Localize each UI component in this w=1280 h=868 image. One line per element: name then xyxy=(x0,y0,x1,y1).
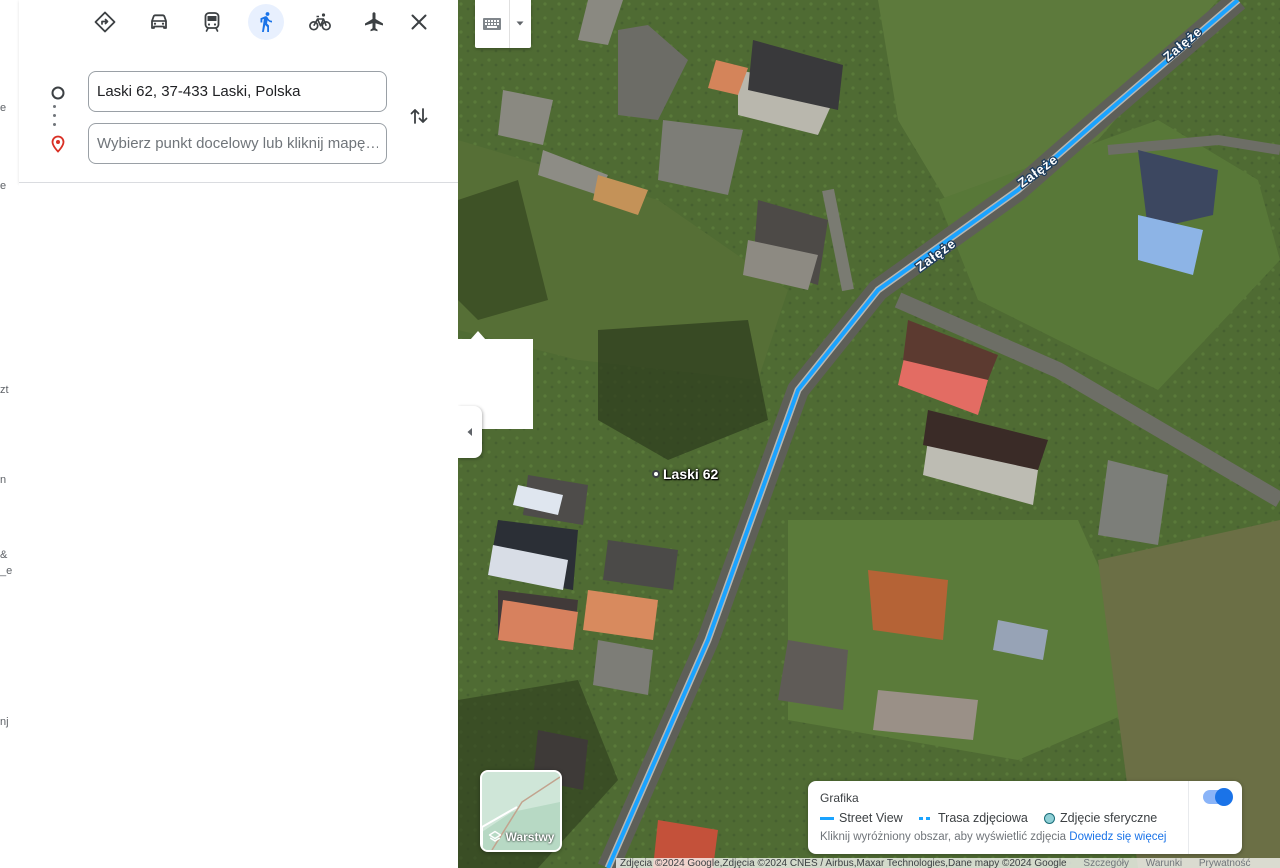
legend-street-view: Street View xyxy=(820,811,903,825)
imagery-legend: Grafika Street View Trasa zdjęciowa Zdję… xyxy=(808,781,1242,854)
mode-driving-button[interactable] xyxy=(141,4,177,40)
strip-fragment: e xyxy=(0,102,7,114)
layers-label: Warstwy xyxy=(505,830,555,844)
swap-vertical-icon xyxy=(410,108,428,124)
toggle-knob xyxy=(1215,788,1233,806)
strip-fragment: zt xyxy=(0,384,9,396)
strip-fragment: _e xyxy=(0,565,13,577)
strip-fragment: & xyxy=(0,549,8,561)
street-view-layer-toggle[interactable] xyxy=(1203,788,1233,806)
sphere-dot-icon xyxy=(1044,812,1055,824)
close-icon xyxy=(411,14,427,30)
satellite-imagery: Załęże Załęże Załęże xyxy=(458,0,1280,868)
directions-diamond-icon xyxy=(94,11,116,33)
train-icon xyxy=(204,12,220,32)
directions-results-area xyxy=(19,183,458,868)
map-canvas[interactable]: Załęże Załęże Załęże Laski 62 Warstwy Gr… xyxy=(458,0,1280,868)
details-link[interactable]: Szczegóły xyxy=(1083,858,1129,868)
mode-cycling-button[interactable] xyxy=(302,4,338,40)
walking-icon xyxy=(260,12,272,32)
caret-left-icon xyxy=(467,428,472,436)
legend-photo-path-label: Trasa zdjęciowa xyxy=(938,811,1028,825)
map-attribution: Zdjęcia ©2024 Google,Zdjęcia ©2024 CNES … xyxy=(616,858,1280,868)
layers-label-row: Warstwy xyxy=(482,830,560,844)
strip-fragment: n xyxy=(0,474,7,486)
keyboard-icon xyxy=(483,18,501,30)
airplane-icon xyxy=(365,12,383,32)
divider xyxy=(509,0,510,48)
legend-street-view-label: Street View xyxy=(839,811,903,825)
origin-input[interactable] xyxy=(88,71,387,112)
place-dot-icon xyxy=(652,470,660,478)
car-icon xyxy=(151,14,167,29)
legend-note: Kliknij wyróżniony obszar, aby wyświetli… xyxy=(820,831,1166,843)
place-label: Laski 62 xyxy=(663,466,719,482)
close-directions-button[interactable] xyxy=(401,4,437,40)
destination-pin-icon xyxy=(51,135,65,153)
learn-more-link[interactable]: Dowiedz się więcej xyxy=(1069,831,1166,843)
route-dot xyxy=(53,123,56,126)
legend-photo-path: Trasa zdjęciowa xyxy=(919,811,1028,825)
caret-down-icon xyxy=(516,21,524,26)
previous-panel-strip: e e zt n & _e nj xyxy=(0,0,20,868)
divider xyxy=(1188,781,1189,854)
bicycle-icon xyxy=(309,13,331,31)
legend-spherical-photo: Zdjęcie sferyczne xyxy=(1044,811,1157,825)
keyboard-shortcuts-button[interactable] xyxy=(475,0,531,48)
strip-fragment: nj xyxy=(0,716,9,728)
place-marker[interactable]: Laski 62 xyxy=(652,466,718,482)
terms-link[interactable]: Warunki xyxy=(1146,858,1182,868)
layers-button[interactable]: Warstwy xyxy=(480,770,562,852)
origin-circle-icon xyxy=(51,86,65,100)
solid-line-icon xyxy=(820,816,834,820)
destination-input[interactable] xyxy=(88,123,387,164)
mode-walking-button[interactable] xyxy=(248,4,284,40)
mode-flights-button[interactable] xyxy=(356,4,392,40)
strip-fragment: e xyxy=(0,180,7,192)
swap-endpoints-button[interactable] xyxy=(403,100,435,132)
directions-header xyxy=(19,0,458,183)
collapse-panel-button[interactable] xyxy=(458,406,482,458)
privacy-link[interactable]: Prywatność xyxy=(1199,858,1251,868)
route-dot xyxy=(53,114,56,117)
mode-best-button[interactable] xyxy=(87,4,123,40)
directions-panel xyxy=(19,0,458,868)
dashed-line-icon xyxy=(919,816,933,820)
legend-spherical-photo-label: Zdjęcie sferyczne xyxy=(1060,811,1158,825)
layers-icon xyxy=(488,830,501,842)
route-dot xyxy=(53,105,56,108)
legend-note-text: Kliknij wyróżniony obszar, aby wyświetli… xyxy=(820,831,1067,843)
legend-title: Grafika xyxy=(820,791,859,805)
mode-transit-button[interactable] xyxy=(194,4,230,40)
attribution-text: Zdjęcia ©2024 Google,Zdjęcia ©2024 CNES … xyxy=(620,858,1067,868)
